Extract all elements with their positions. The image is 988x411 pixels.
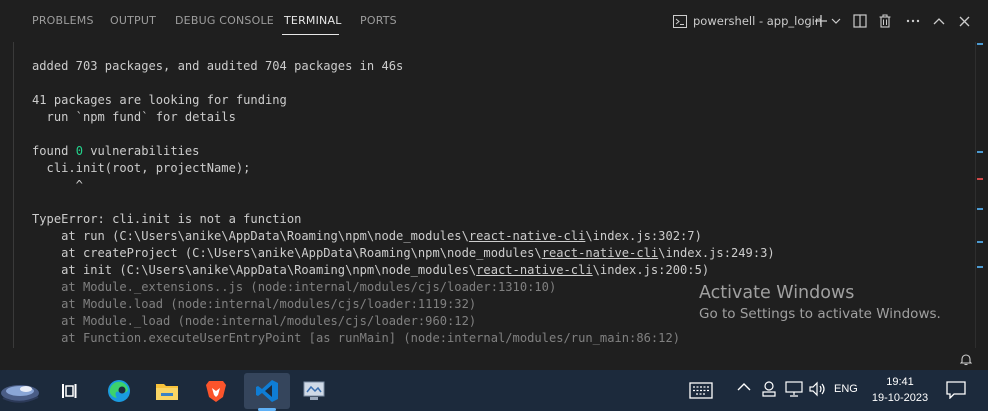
stack-line: at createProject (C:\Users\anike\AppData… (32, 245, 972, 262)
file-explorer-icon (156, 384, 178, 400)
watermark-title: Activate Windows (699, 283, 855, 303)
scroll-marker (977, 208, 983, 210)
stack-path: at init (C:\Users\anike\AppData\Roaming\… (32, 263, 477, 277)
system-clock[interactable]: 19:41 19-10-2023 (868, 374, 932, 406)
task-view-icon (62, 384, 77, 398)
active-tab-indicator (282, 34, 339, 35)
watermark-subtitle: Go to Settings to activate Windows. (699, 306, 941, 322)
maximize-panel-button[interactable] (933, 12, 945, 30)
stack-line: at init (C:\Users\anike\AppData\Roaming\… (32, 262, 972, 279)
scroll-marker (977, 43, 983, 45)
found-suffix: vulnerabilities (82, 144, 200, 158)
brave-icon (206, 381, 226, 402)
kill-terminal-button[interactable] (879, 12, 891, 30)
scroll-marker (977, 266, 983, 268)
terminal-line: added 703 packages, and audited 704 pack… (32, 59, 404, 73)
close-panel-button[interactable] (959, 12, 970, 30)
more-actions-button[interactable] (906, 12, 920, 30)
brave-button[interactable] (199, 375, 233, 407)
vscode-icon (256, 380, 278, 402)
activate-windows-watermark: Activate Windows Go to Settings to activ… (699, 282, 941, 324)
panel-tab-bar: PROBLEMS OUTPUT DEBUG CONSOLE TERMINAL P… (0, 0, 988, 42)
terminal-line: cli.init(root, projectName); (32, 161, 251, 175)
tab-output[interactable]: OUTPUT (110, 14, 156, 27)
plus-icon (815, 15, 827, 27)
app-button[interactable] (297, 375, 331, 407)
scroll-marker (977, 178, 983, 180)
keyboard-icon[interactable] (689, 382, 713, 399)
terminal-dropdown-button[interactable] (831, 12, 841, 30)
terminal-line: found 0 vulnerabilities (32, 143, 972, 160)
error-message: TypeError: cli.init is not a function (32, 212, 302, 226)
module-link[interactable]: react-native-cli (542, 246, 659, 260)
task-view-button[interactable] (52, 375, 86, 407)
edge-icon (108, 380, 130, 402)
stack-location: \index.js:302:7) (585, 229, 702, 243)
trash-icon (879, 14, 891, 28)
split-icon (853, 14, 867, 28)
module-link[interactable]: react-native-cli (476, 263, 593, 277)
stack-location: \index.js:200:5) (592, 263, 710, 277)
terminal-scrollbar-track[interactable] (975, 42, 976, 348)
clock-date: 19-10-2023 (871, 392, 929, 404)
tab-ports[interactable]: PORTS (360, 14, 397, 27)
volume-icon[interactable] (809, 381, 827, 397)
split-terminal-button[interactable] (853, 12, 867, 30)
ellipsis-icon (906, 19, 920, 23)
terminal-line: ^ (32, 178, 83, 192)
file-explorer-button[interactable] (150, 375, 184, 407)
tab-problems[interactable]: PROBLEMS (32, 14, 94, 27)
scroll-marker (977, 241, 983, 243)
meet-now-icon[interactable] (762, 381, 776, 397)
tab-terminal[interactable]: TERMINAL (284, 14, 342, 27)
stack-line: at run (C:\Users\anike\AppData\Roaming\n… (32, 228, 972, 245)
module-link[interactable]: react-native-cli (469, 229, 586, 243)
status-bar (0, 348, 988, 370)
stack-path: at run (C:\Users\anike\AppData\Roaming\n… (32, 229, 469, 243)
close-icon (959, 16, 970, 26)
vscode-button[interactable] (244, 373, 290, 411)
scroll-marker (977, 151, 983, 153)
input-language[interactable]: ENG (834, 383, 858, 395)
new-terminal-button[interactable] (814, 12, 828, 30)
terminal-panel: PROBLEMS OUTPUT DEBUG CONSOLE TERMINAL P… (0, 0, 988, 348)
chevron-up-icon (933, 18, 945, 25)
stack-path: at createProject (C:\Users\anike\AppData… (32, 246, 542, 260)
panel-left-gutter (0, 42, 14, 348)
stack-line-internal: at Function.executeUserEntryPoint [as ru… (32, 331, 681, 345)
network-icon[interactable] (785, 381, 803, 397)
app-icon (303, 381, 325, 400)
terminal-icon (673, 14, 687, 28)
terminal-selector[interactable]: powershell - app_login (673, 12, 822, 30)
bell-icon[interactable] (960, 353, 972, 366)
widgets-icon[interactable] (0, 376, 44, 408)
windows-taskbar: ENG 19:41 19-10-2023 (0, 370, 988, 411)
chevron-down-icon (831, 18, 841, 24)
chevron-up-icon[interactable] (737, 382, 751, 392)
notifications-icon[interactable] (946, 381, 966, 399)
tab-debug-console[interactable]: DEBUG CONSOLE (175, 14, 274, 27)
clock-time: 19:41 (886, 376, 914, 388)
terminal-line: 41 packages are looking for funding (32, 93, 287, 107)
edge-button[interactable] (102, 375, 136, 407)
stack-location: \index.js:249:3) (658, 246, 775, 260)
vulnerability-count: 0 (75, 144, 83, 158)
terminal-line: run `npm fund` for details (32, 110, 236, 124)
terminal-name: powershell - app_login (693, 14, 823, 28)
found-prefix: found (32, 144, 76, 158)
